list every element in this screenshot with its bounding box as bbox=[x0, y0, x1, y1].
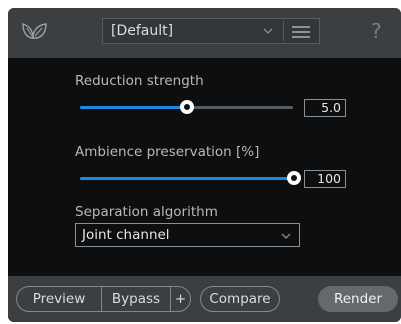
chevron-down-icon bbox=[263, 28, 273, 34]
reduction-strength-handle[interactable] bbox=[179, 100, 194, 114]
plugin-panel: [Default] ? Reduction strength 5.0 Ambie… bbox=[8, 8, 401, 322]
header-bar: [Default] ? bbox=[8, 8, 401, 58]
bypass-add-button[interactable]: + bbox=[171, 287, 190, 311]
footer-bar: Preview Bypass + Compare Render bbox=[8, 276, 401, 322]
preset-value: [Default] bbox=[111, 23, 174, 39]
reduction-strength-label: Reduction strength bbox=[75, 73, 204, 89]
ambience-preservation-label: Ambience preservation [%] bbox=[75, 144, 260, 160]
leaf-logo-icon bbox=[22, 23, 47, 39]
ambience-preservation-fill bbox=[80, 177, 294, 180]
ambience-preservation-value[interactable]: 100 bbox=[304, 170, 346, 188]
ambience-preservation-handle[interactable] bbox=[287, 171, 301, 185]
bypass-button[interactable]: Bypass bbox=[102, 287, 170, 311]
preview-button[interactable]: Preview bbox=[17, 287, 101, 311]
hamburger-menu-icon[interactable] bbox=[289, 23, 313, 41]
dropdown-separator bbox=[283, 21, 284, 41]
reduction-strength-fill bbox=[80, 106, 187, 109]
reduction-strength-value[interactable]: 5.0 bbox=[304, 99, 346, 117]
compare-button[interactable]: Compare bbox=[200, 286, 280, 312]
preset-dropdown[interactable]: [Default] bbox=[102, 18, 320, 44]
preview-bypass-group: Preview Bypass + bbox=[16, 286, 191, 312]
reduction-strength-slider[interactable] bbox=[80, 100, 293, 114]
separation-algorithm-value: Joint channel bbox=[82, 227, 170, 243]
help-icon[interactable]: ? bbox=[371, 19, 382, 43]
render-button[interactable]: Render bbox=[318, 286, 398, 312]
chevron-down-icon bbox=[281, 233, 291, 239]
separation-algorithm-dropdown[interactable]: Joint channel bbox=[75, 223, 300, 247]
separation-algorithm-label: Separation algorithm bbox=[75, 204, 218, 220]
ambience-preservation-slider[interactable] bbox=[80, 171, 301, 185]
